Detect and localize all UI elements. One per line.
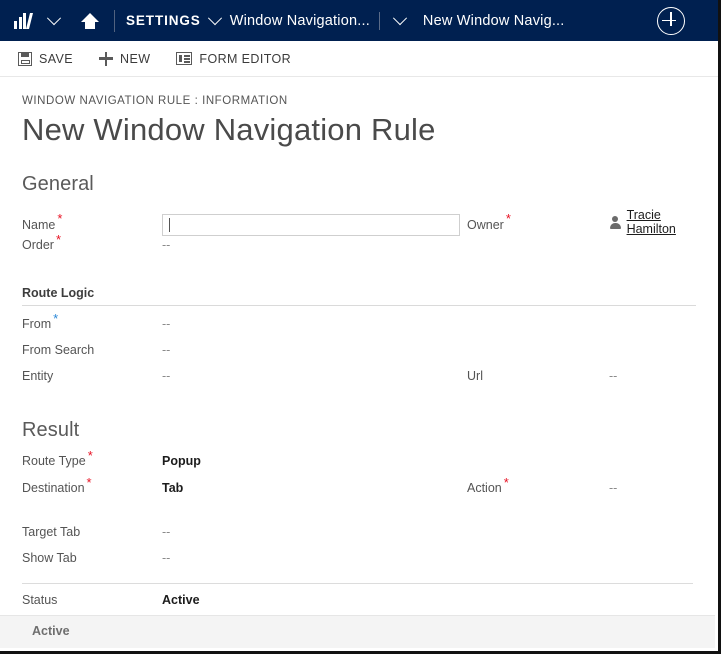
- target-tab-value[interactable]: --: [162, 525, 170, 539]
- from-search-label: From Search: [22, 343, 95, 357]
- route-type-value[interactable]: Popup: [162, 454, 201, 468]
- save-button-label: SAVE: [39, 51, 74, 66]
- field-row-destination: Destination * Tab Action * --: [22, 474, 696, 505]
- entity-value[interactable]: --: [162, 369, 170, 383]
- person-icon: [609, 215, 621, 229]
- required-marker: *: [55, 231, 62, 247]
- nav-record-label: New Window Navig...: [422, 12, 565, 29]
- field-row-route-type: Route Type * Popup: [22, 447, 696, 478]
- home-icon[interactable]: [79, 0, 101, 41]
- field-row-from: From * --: [22, 310, 696, 341]
- url-value[interactable]: --: [609, 369, 617, 383]
- from-label: From *: [22, 310, 59, 331]
- footer-status-bar: Active: [0, 615, 715, 648]
- field-row-show-tab: Show Tab --: [22, 551, 696, 575]
- field-row-entity: Entity -- Url --: [22, 369, 696, 393]
- command-bar: SAVE NEW FORM EDITOR: [0, 41, 718, 77]
- circle-plus-icon[interactable]: [657, 6, 685, 35]
- text-caret: [169, 217, 170, 232]
- nav-settings-label: SETTINGS: [126, 13, 201, 28]
- show-tab-value[interactable]: --: [162, 551, 170, 565]
- new-button-label: NEW: [120, 51, 151, 66]
- nav-divider: [114, 9, 115, 32]
- action-value[interactable]: --: [609, 481, 617, 495]
- order-label: Order *: [22, 231, 62, 252]
- record-form: WINDOW NAVIGATION RULE : INFORMATION New…: [0, 77, 718, 575]
- name-label: Name *: [22, 211, 63, 232]
- chevron-down-icon-entity[interactable]: [389, 0, 411, 41]
- dynamics-logo-icon[interactable]: [14, 12, 33, 29]
- destination-label: Destination *: [22, 474, 92, 495]
- breadcrumb: WINDOW NAVIGATION RULE : INFORMATION: [22, 95, 288, 107]
- action-label: Action *: [467, 474, 509, 495]
- from-value[interactable]: --: [162, 317, 170, 331]
- nav-record-breadcrumb[interactable]: New Window Navig...: [423, 13, 565, 29]
- top-navigation-bar: SETTINGS Window Navigation... New Window…: [0, 0, 718, 41]
- route-type-label: Route Type *: [22, 447, 93, 468]
- required-marker: *: [503, 474, 509, 490]
- chevron-down-icon-settings[interactable]: [207, 10, 222, 25]
- section-title-result: Result: [22, 419, 80, 441]
- recommended-marker: *: [53, 310, 59, 326]
- entity-label: Entity: [22, 369, 54, 383]
- chevron-down-icon-logo[interactable]: [43, 0, 65, 41]
- nav-divider-2: [378, 11, 380, 30]
- field-row-from-search: From Search --: [22, 343, 696, 367]
- nav-entity-label: Window Navigation...: [229, 12, 370, 29]
- nav-entity-breadcrumb[interactable]: Window Navigation...: [230, 13, 370, 29]
- subsection-route-logic: Route Logic: [22, 286, 696, 306]
- status-footer: Status Active Active: [0, 583, 715, 648]
- owner-link[interactable]: Tracie Hamilton: [627, 208, 696, 236]
- plus-icon: [99, 51, 114, 66]
- order-value[interactable]: --: [162, 238, 170, 252]
- required-marker: *: [86, 474, 92, 490]
- owner-value[interactable]: Tracie Hamilton: [609, 208, 696, 236]
- form-layout-icon: [176, 52, 193, 65]
- target-tab-label: Target Tab: [22, 525, 81, 539]
- name-input[interactable]: [162, 213, 460, 236]
- destination-value[interactable]: Tab: [162, 481, 183, 495]
- from-search-value[interactable]: --: [162, 343, 170, 357]
- new-button[interactable]: NEW: [99, 51, 151, 66]
- crm-record-window: SETTINGS Window Navigation... New Window…: [0, 0, 721, 654]
- field-row-target-tab: Target Tab --: [22, 525, 696, 549]
- nav-settings[interactable]: SETTINGS: [126, 10, 222, 28]
- field-row-order: Order * --: [22, 231, 696, 262]
- required-marker: *: [57, 211, 63, 227]
- form-editor-button-label: FORM EDITOR: [199, 51, 292, 66]
- save-button[interactable]: SAVE: [18, 51, 74, 66]
- form-editor-button[interactable]: FORM EDITOR: [176, 52, 291, 66]
- field-row-status: Status Active: [0, 584, 715, 615]
- status-label: Status: [22, 593, 58, 607]
- status-value: Active: [162, 593, 200, 607]
- section-title-general: General: [22, 173, 94, 195]
- page-title: New Window Navigation Rule: [22, 112, 436, 147]
- required-marker: *: [87, 447, 93, 463]
- name-input-wrap: [162, 213, 460, 236]
- show-tab-label: Show Tab: [22, 551, 77, 565]
- field-row-name: Name * Owner * Tracie Hamilton: [22, 208, 696, 236]
- floppy-disk-icon: [18, 51, 32, 66]
- owner-label: Owner *: [467, 211, 511, 232]
- url-label: Url: [467, 369, 483, 383]
- required-marker: *: [505, 211, 511, 227]
